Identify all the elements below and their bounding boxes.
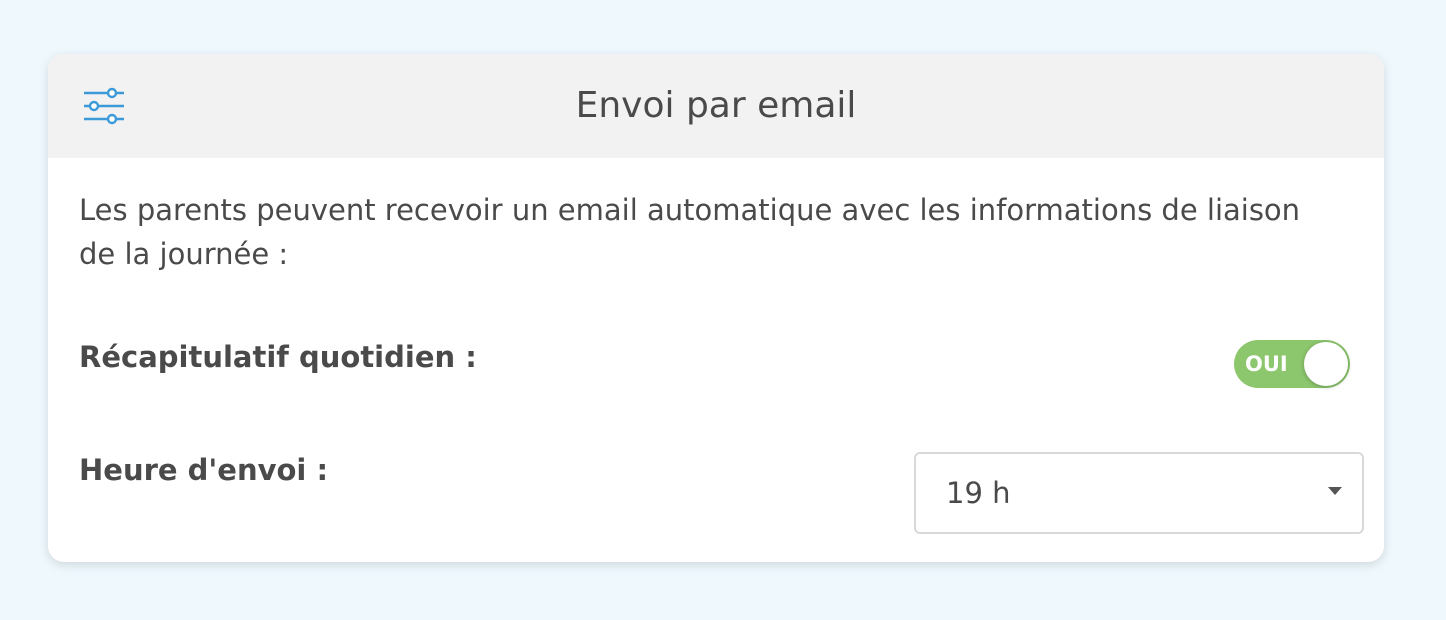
toggle-knob <box>1304 342 1348 386</box>
chevron-down-icon <box>1328 487 1342 495</box>
send-time-label: Heure d'envoi : <box>79 453 329 487</box>
toggle-state-label: OUI <box>1245 352 1288 376</box>
send-time-value: 19 h <box>946 476 1011 510</box>
card-title: Envoi par email <box>575 85 857 126</box>
send-time-select[interactable]: 19 h <box>914 452 1364 534</box>
daily-summary-label: Récapitulatif quotidien : <box>79 340 477 374</box>
email-settings-card: Envoi par email Les parents peuvent rece… <box>48 54 1384 562</box>
daily-summary-toggle[interactable]: OUI <box>1234 340 1350 388</box>
card-header: Envoi par email <box>48 54 1384 158</box>
card-description: Les parents peuvent recevoir un email au… <box>79 193 1301 271</box>
